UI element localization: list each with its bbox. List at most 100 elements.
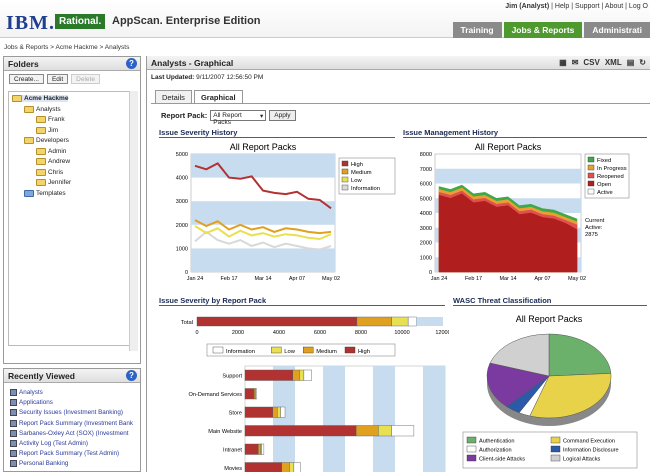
print-icon[interactable]: ▦ — [559, 58, 567, 67]
y-tick-label: 8000 — [420, 152, 432, 158]
tab-training[interactable]: Training — [452, 22, 502, 38]
logout-link[interactable]: Log O — [629, 3, 648, 10]
total-bar-segment — [196, 316, 358, 327]
help-icon[interactable]: ? — [126, 370, 137, 381]
bar-segment — [244, 406, 273, 418]
bar-segment — [378, 425, 392, 437]
folder-icon — [24, 137, 34, 144]
bar-segment — [280, 406, 286, 418]
y-tick-label: 7000 — [420, 167, 432, 173]
tab-jobs-reports[interactable]: Jobs & Reports — [503, 22, 583, 38]
help-icon[interactable]: ? — [126, 58, 137, 69]
severity-by-pack-chart: Total0 2000 4000 6000 8000 10000 12000 Informat… — [181, 316, 449, 472]
folder-jennifer[interactable]: Jennifer — [36, 179, 71, 186]
legend-label: Information — [351, 186, 380, 192]
tab-details[interactable]: Details — [155, 90, 192, 103]
chart-title: All Report Packs — [516, 314, 583, 324]
recent-item[interactable]: Security Issues (Investment Banking) — [10, 409, 123, 417]
bar-segment — [244, 369, 293, 381]
y-tick-label: 4000 — [176, 176, 188, 182]
report-icon — [10, 409, 17, 417]
main-content: Analysts - Graphical ▦ ✉ CSV XML ▤ ↻ Las… — [146, 56, 650, 472]
recent-item[interactable]: Applications — [10, 399, 53, 407]
section-issue-management-history: Issue Management History — [403, 128, 647, 138]
page-title-text: Analysts - Graphical — [151, 58, 234, 68]
legend-swatch — [344, 346, 356, 354]
recent-item-label: Personal Banking — [19, 460, 69, 468]
legend-label: High — [351, 162, 363, 168]
band — [373, 366, 395, 472]
legend-swatch — [341, 184, 349, 191]
legend-label: Information Disclosure — [563, 448, 619, 454]
report-pack-label: Report Pack: — [161, 111, 208, 120]
refresh-icon[interactable]: ↻ — [639, 58, 646, 67]
folder-andrew[interactable]: Andrew — [36, 158, 70, 165]
legend-swatch — [587, 188, 595, 195]
folder-templates[interactable]: Templates — [24, 189, 66, 197]
x-tick-label: Feb 17 — [220, 276, 237, 282]
bar-segment — [244, 425, 357, 437]
recent-item[interactable]: Analysts — [10, 389, 43, 396]
pdf-icon[interactable]: ▤ — [627, 58, 635, 67]
about-link[interactable]: About — [605, 3, 623, 10]
legend-label: Low — [284, 349, 295, 355]
folder-developers[interactable]: Developers — [24, 137, 69, 144]
folder-jim[interactable]: Jim — [36, 126, 58, 134]
user-name: Jim (Analyst) — [505, 3, 550, 10]
folders-toolbar: Create... Edit Delete — [4, 71, 140, 87]
folder-acme-hackme[interactable]: Acme Hackme — [12, 95, 69, 102]
email-icon[interactable]: ✉ — [572, 58, 579, 67]
recent-item[interactable]: Report Pack Summary (Test Admin) — [10, 450, 119, 458]
folder-icon — [12, 95, 22, 102]
bar-segment — [292, 369, 300, 381]
chart-title: All Report Packs — [475, 142, 542, 152]
section-issue-severity-by-report-pack: Issue Severity by Report Pack — [159, 296, 445, 306]
band — [191, 201, 335, 225]
report-icon — [10, 460, 17, 468]
help-link[interactable]: Help — [555, 3, 569, 10]
recent-item[interactable]: Personal Banking — [10, 460, 69, 468]
bar-segment — [244, 462, 282, 472]
recent-item[interactable]: Sarbanes-Oxley Act (SOX) (Investment — [10, 429, 129, 437]
apply-button[interactable]: Apply — [269, 110, 296, 121]
support-link[interactable]: Support — [575, 3, 600, 10]
y-tick-label: 1000 — [176, 246, 188, 252]
xml-export-button[interactable]: XML — [605, 58, 622, 67]
x-tick-label: Jan 24 — [431, 276, 448, 282]
annotation-text: Active: — [585, 225, 603, 231]
legend-swatch — [550, 445, 561, 453]
report-pack-select[interactable]: All Report Packs ▾ — [210, 110, 267, 126]
create-button[interactable]: Create... — [9, 74, 44, 84]
edit-button[interactable]: Edit — [46, 74, 69, 84]
y-tick-label: 6000 — [420, 182, 432, 188]
folder-label: Templates — [36, 189, 66, 197]
breadcrumb[interactable]: Jobs & Reports > Acme Hackme > Analysts — [4, 44, 129, 51]
tree-scrollbar[interactable] — [129, 91, 138, 351]
folder-chris[interactable]: Chris — [36, 168, 63, 176]
folder-icon — [36, 168, 46, 176]
recent-item[interactable]: Report Pack Summary (Investment Bank — [10, 419, 133, 427]
bar-segment — [244, 388, 255, 400]
x-tick-label: Feb 17 — [465, 276, 482, 282]
view-tabs: Details Graphical — [155, 90, 243, 103]
legend-label: Command Execution — [563, 439, 615, 445]
delete-button[interactable]: Delete — [71, 74, 100, 84]
folder-admin[interactable]: Admin — [36, 147, 66, 155]
recent-item[interactable]: Activity Log (Test Admin) — [10, 440, 88, 447]
bar-segment — [293, 462, 301, 472]
recent-item-label: Security Issues (Investment Banking) — [19, 409, 123, 417]
legend-swatch — [302, 346, 314, 354]
folder-analysts[interactable]: Analysts — [24, 105, 61, 113]
recent-title: Recently Viewed? — [4, 369, 140, 383]
tab-graphical[interactable]: Graphical — [193, 90, 243, 103]
legend-swatch — [587, 164, 595, 171]
total-bar-segment — [356, 316, 392, 327]
folder-frank[interactable]: Frank — [36, 116, 65, 123]
csv-export-button[interactable]: CSV — [583, 58, 599, 67]
bar-segment — [258, 443, 261, 455]
tab-administration[interactable]: Administrati — [584, 22, 650, 38]
folder-label: Developers — [36, 137, 69, 144]
severity-history-chart: 010002000300040005000Jan 24 Feb 17 Mar 14 A… — [176, 142, 396, 282]
page-title: Analysts - Graphical ▦ ✉ CSV XML ▤ ↻ — [147, 56, 650, 70]
x-tick-label: Apr 07 — [534, 276, 550, 282]
